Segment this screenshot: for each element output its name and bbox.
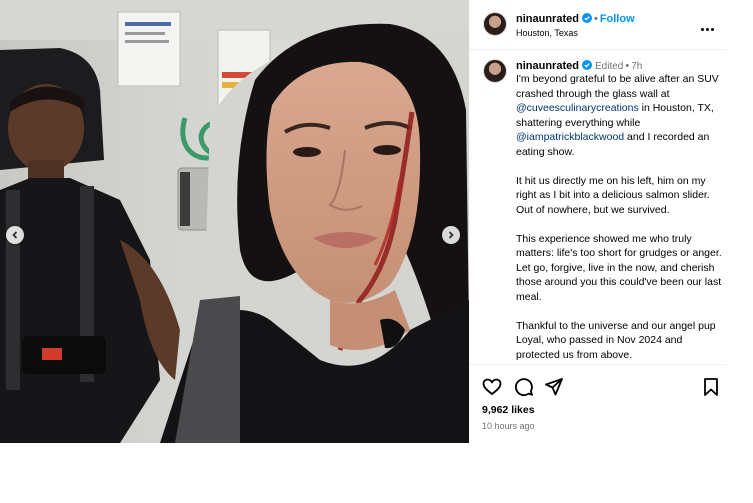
mention-link[interactable]: @iampatrickblackwood <box>516 131 624 143</box>
avatar[interactable] <box>483 12 507 36</box>
heart-icon[interactable] <box>482 377 502 397</box>
chevron-left-icon <box>12 231 18 239</box>
caption-header: ninaunrated Edited • 7h <box>516 60 642 72</box>
post-image <box>0 0 469 443</box>
more-options-icon[interactable] <box>701 18 717 31</box>
follow-button[interactable]: Follow <box>600 13 635 25</box>
caption-text: I'm beyond grateful to be alive after an… <box>516 72 722 362</box>
separator-dot: • <box>593 13 598 25</box>
edited-label: Edited <box>595 61 624 72</box>
carousel-next-button[interactable] <box>442 226 460 244</box>
likes-count[interactable]: 9,962 likes <box>482 404 535 416</box>
carousel-prev-button[interactable] <box>6 226 24 244</box>
username-link[interactable]: ninaunrated <box>516 13 579 25</box>
post-side-panel: ninaunrated • Follow Houston, Texas ninaun… <box>469 0 727 443</box>
caption-text-part: I'm beyond grateful to be alive after an… <box>516 73 722 100</box>
send-icon[interactable] <box>544 377 564 397</box>
post-photo[interactable] <box>0 0 469 443</box>
header-user-line: ninaunrated • Follow <box>516 13 635 25</box>
mention-link[interactable]: @cuveesculinarycreations <box>516 102 639 114</box>
bookmark-icon[interactable] <box>701 377 721 397</box>
post-timestamp[interactable]: 10 hours ago <box>482 421 535 431</box>
verified-badge-icon <box>581 60 592 70</box>
verified-badge-icon <box>581 13 592 23</box>
post-age: 7h <box>631 61 643 72</box>
separator-dot: • <box>625 60 630 72</box>
chevron-right-icon <box>448 231 454 239</box>
post-header: ninaunrated • Follow Houston, Texas <box>469 0 727 50</box>
caption-username[interactable]: ninaunrated <box>516 60 579 72</box>
location-link[interactable]: Houston, Texas <box>516 28 578 38</box>
caption-section: ninaunrated Edited • 7h I'm beyond gratefu… <box>469 50 727 364</box>
action-bar: 9,962 likes 10 hours ago <box>469 364 727 443</box>
caption-text-part: and I recorded an eating show. It hit us… <box>516 131 722 361</box>
comment-icon[interactable] <box>514 377 534 397</box>
caption-avatar[interactable] <box>483 59 507 83</box>
